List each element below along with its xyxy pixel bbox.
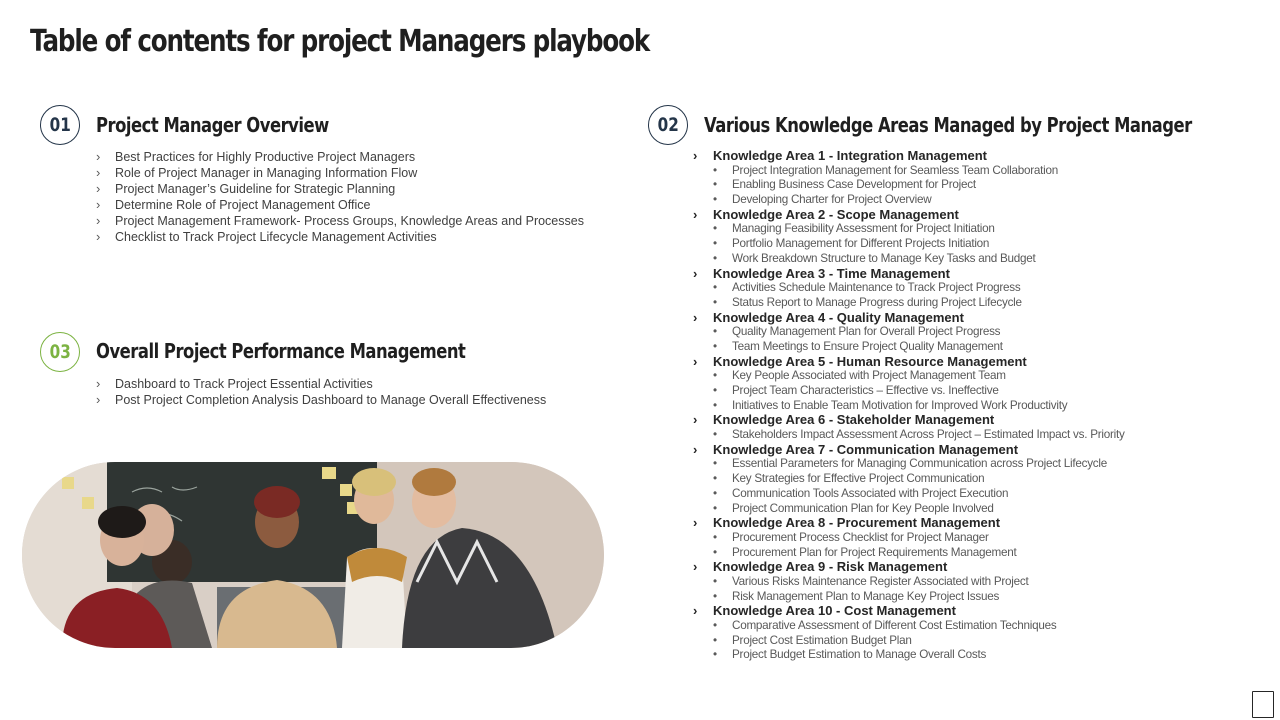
list-item: • Procurement Process Checklist for Proje… [713,530,989,544]
bullet-icon: • [713,457,717,471]
bullet-icon: • [713,648,717,662]
bullet-icon: • [713,486,717,500]
bullet-icon: • [713,472,717,486]
chevron-right-icon: › [96,229,101,244]
list-item: • Developing Charter for Project Overview [713,193,932,207]
knowledge-area-8: › Knowledge Area 8 - Procurement Manageme… [693,515,1001,531]
knowledge-area-3: › Knowledge Area 3 - Time Management [693,265,950,281]
list-item: • Status Report to Manage Progress during… [713,295,1022,309]
page-title: Table of contents for project Managers p… [30,24,650,59]
list-item: • Project Communication Plan for Key Peop… [713,501,994,515]
chevron-right-icon: › [693,309,698,325]
list-item: • Quality Management Plan for Overall Pro… [713,325,1001,339]
list-item: • Portfolio Management for Different Proj… [713,237,990,251]
bullet-icon: • [713,398,717,412]
section-heading-project-manager-overview: Project Manager Overview [96,113,329,137]
section-number-badge-02: 02 [648,105,688,145]
list-item: • Procurement Plan for Project Requiremen… [713,545,1017,559]
list-item: › Checklist to Track Project Lifecycle Ma… [96,229,437,244]
section-number-badge-03: 03 [40,332,80,372]
knowledge-area-4: › Knowledge Area 4 - Quality Management [693,309,964,325]
chevron-right-icon: › [693,206,698,222]
knowledge-area-1: › Knowledge Area 1 - Integration Manageme… [693,148,988,163]
section-heading-knowledge-areas: Various Knowledge Areas Managed by Proje… [704,113,1192,137]
bullet-icon: • [713,619,717,632]
list-item: • Project Team Characteristics – Effectiv… [713,384,999,397]
bullet-icon: • [713,501,717,515]
knowledge-area-6: › Knowledge Area 6 - Stakeholder Manageme… [693,412,995,428]
list-item: • Initiatives to Enable Team Motivation f… [713,398,1068,412]
bullet-icon: • [713,530,717,544]
team-meeting-photo [22,462,604,648]
bullet-icon: • [713,281,717,295]
chevron-right-icon: › [693,441,698,457]
knowledge-area-7: › Knowledge Area 7 - Communication Manage… [693,441,1019,457]
bullet-icon: • [713,633,717,647]
list-item: • Key People Associated with Project Mana… [713,369,1006,383]
bullet-icon: • [713,574,717,588]
list-item: • Various Risks Maintenance Register Asso… [713,574,1029,588]
bullet-icon: • [713,295,717,309]
chevron-right-icon: › [96,392,101,407]
knowledge-area-5: › Knowledge Area 5 - Human Resource Manag… [693,353,1027,369]
bullet-icon: • [713,163,717,177]
chevron-right-icon: › [693,265,698,281]
bullet-icon: • [713,193,717,207]
section-01-list: › Best Practices for Highly Productive Pr… [96,149,584,245]
list-item: • Risk Management Plan to Manage Key Proj… [713,589,1000,603]
list-item: • Project Cost Estimation Budget Plan [713,633,912,647]
chevron-right-icon: › [693,515,698,531]
list-item: • Activities Schedule Maintenance to Trac… [713,281,1021,295]
knowledge-area-10: › Knowledge Area 10 - Cost Management [693,603,956,619]
bullet-icon: • [713,325,717,339]
chevron-right-icon: › [693,148,698,163]
section-heading-overall-performance: Overall Project Performance Management [96,339,466,363]
list-item: • Stakeholders Impact Assessment Across P… [713,428,1125,442]
chevron-right-icon: › [693,412,698,428]
bullet-icon: • [713,251,717,265]
chevron-right-icon: › [96,149,101,164]
list-item: • Key Strategies for Effective Project Co… [713,472,985,486]
knowledge-areas-list: › Knowledge Area 1 - Integration Manageme… [693,148,1253,663]
list-item: › Dashboard to Track Project Essential Ac… [96,376,373,391]
bullet-icon: • [713,222,717,236]
section-03-list: › Dashboard to Track Project Essential Ac… [96,376,546,408]
bullet-icon: • [713,545,717,559]
section-number-badge-01: 01 [40,105,80,145]
bullet-icon: • [713,339,717,353]
bullet-icon: • [713,589,717,603]
chevron-right-icon: › [96,165,101,180]
knowledge-area-2: › Knowledge Area 2 - Scope Management [693,206,959,222]
bullet-icon: • [713,428,717,442]
chevron-right-icon: › [96,376,101,391]
list-item: • Essential Parameters for Managing Commu… [713,457,1107,471]
list-item: • Project Budget Estimation to Manage Ove… [713,648,987,662]
chevron-right-icon: › [96,181,101,196]
chevron-right-icon: › [693,353,698,369]
chevron-right-icon: › [96,213,101,228]
chevron-right-icon: › [693,603,698,619]
list-item: • Communication Tools Associated with Pro… [713,486,1009,500]
bullet-icon: • [713,178,717,192]
list-item: › Determine Role of Project Management Of… [96,197,371,212]
list-item: • Comparative Assessment of Different Cos… [713,619,1057,632]
list-item: › Best Practices for Highly Productive Pr… [96,149,416,164]
list-item: • Team Meetings to Ensure Project Quality… [713,339,1003,353]
chevron-right-icon: › [96,197,101,212]
knowledge-area-9: › Knowledge Area 9 - Risk Management [693,559,948,575]
list-item: › Post Project Completion Analysis Dashbo… [96,392,547,407]
list-item: › Role of Project Manager in Managing Inf… [96,165,418,180]
list-item: • Enabling Business Case Development for … [713,178,976,192]
bullet-icon: • [713,369,717,383]
list-item: • Managing Feasibility Assessment for Pro… [713,222,995,236]
list-item: › Project Manager’s Guideline for Strateg… [96,181,396,196]
bullet-icon: • [713,384,717,397]
list-item: • Work Breakdown Structure to Manage Key … [713,251,1036,265]
list-item: • Project Integration Management for Seam… [713,163,1058,177]
bullet-icon: • [713,237,717,251]
list-item: › Project Management Framework- Process G… [96,213,584,228]
clipboard-icon[interactable] [1252,691,1274,718]
chevron-right-icon: › [693,559,698,575]
